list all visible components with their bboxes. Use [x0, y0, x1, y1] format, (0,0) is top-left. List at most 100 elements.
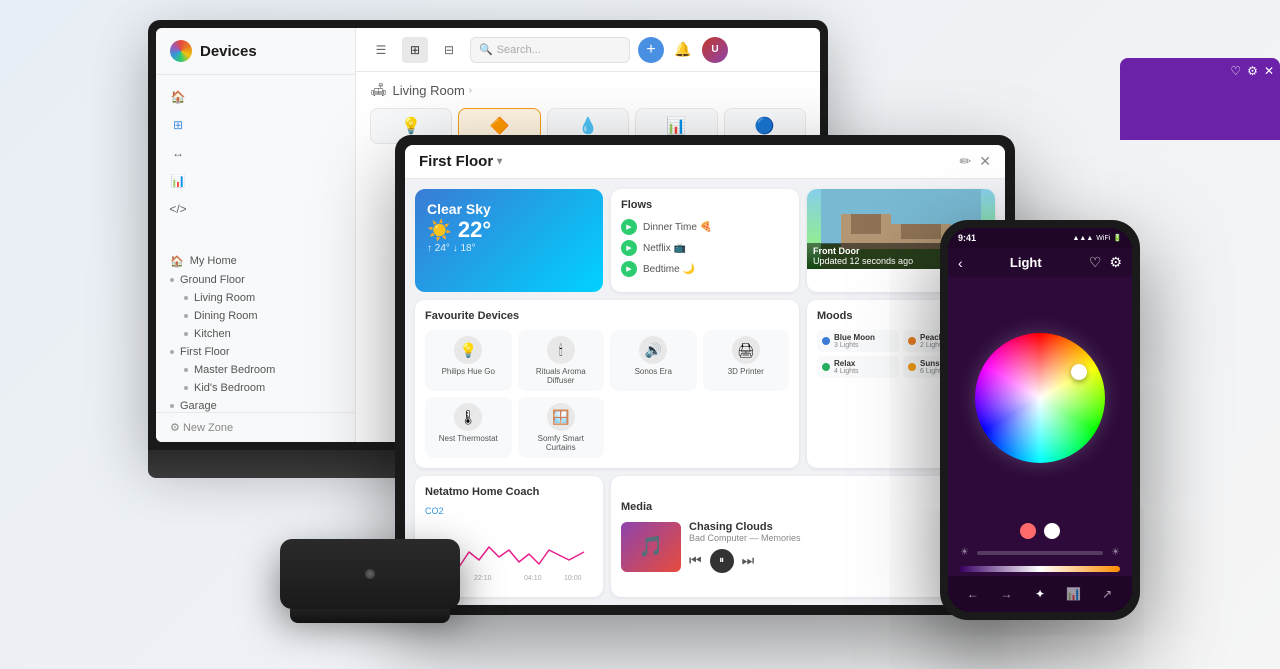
room-header: 🛋 Living Room ›	[370, 82, 806, 98]
nav-color-icon[interactable]: ✦	[1028, 582, 1052, 606]
fav-device-3dprinter[interactable]: 🖨 3D Printer	[703, 330, 790, 391]
sidebar-item-insights[interactable]: 📊	[156, 167, 355, 195]
room-arrow: ›	[469, 85, 472, 96]
sidebar-dining-room[interactable]: Dining Room	[156, 307, 355, 325]
fav-device-philips[interactable]: 💡 Philips Hue Go	[425, 330, 512, 391]
svg-text:10:00: 10:00	[564, 575, 582, 582]
flow-item-3[interactable]: ▶ Bedtime 🌙	[621, 261, 789, 277]
fav-device-nest[interactable]: 🌡 Nest Thermostat	[425, 397, 512, 458]
flow-name-3: Bedtime 🌙	[643, 264, 695, 275]
nav-chart-icon[interactable]: 📊	[1062, 582, 1086, 606]
printer-name: 3D Printer	[728, 367, 764, 376]
new-zone-item[interactable]: ⚙ New Zone	[170, 421, 341, 434]
nav-forward-icon[interactable]: →	[994, 582, 1018, 606]
layout-view-button[interactable]: ⊟	[436, 37, 462, 63]
tablet: First Floor ▾ ✏ ✕ Clear Sky ☀️	[395, 135, 1015, 615]
sidebar-kitchen[interactable]: Kitchen	[156, 325, 355, 343]
favourite-devices-card: Favourite Devices 💡 Philips Hue Go 🕯 Rit…	[415, 300, 799, 468]
philips-icon: 💡	[454, 336, 482, 364]
fav-device-somfy[interactable]: 🪟 Somfy Smart Curtains	[518, 397, 605, 458]
settings-icon[interactable]: ⚙	[1109, 254, 1122, 271]
tablet-header: First Floor ▾ ✏ ✕	[405, 145, 1005, 179]
phone-header: ‹ Light ♡ ⚙	[948, 248, 1132, 277]
tablet-floor-label: First Floor	[419, 153, 493, 170]
notifications-button[interactable]: 🔔	[672, 39, 694, 61]
nav-back-icon[interactable]: ←	[961, 582, 985, 606]
weather-card: Clear Sky ☀️ 22° ↑ 24° ↓ 18°	[415, 189, 603, 292]
mood-blue-moon[interactable]: Blue Moon 3 Lights	[817, 330, 899, 352]
netatmo-title: Netatmo Home Coach	[425, 486, 593, 498]
brightness-low-icon: ☀	[960, 547, 969, 558]
previous-button[interactable]: ⏮	[689, 552, 702, 569]
add-device-button[interactable]: +	[638, 37, 664, 63]
sidebar-bottom: ⚙ New Zone	[156, 412, 355, 442]
fav-devices-grid: 💡 Philips Hue Go 🕯 Rituals Aroma Diffuse…	[425, 330, 789, 458]
sidebar-ground-floor[interactable]: Ground Floor	[156, 271, 355, 289]
color-preset-white[interactable]	[1044, 523, 1060, 539]
mood-color-dot	[908, 337, 916, 345]
close-icon[interactable]: ✕	[1264, 64, 1274, 78]
brightness-slider[interactable]	[977, 551, 1103, 555]
sidebar-garage[interactable]: Garage	[156, 397, 355, 413]
search-icon: 🔍	[479, 43, 493, 56]
rituals-icon: 🕯	[547, 336, 575, 364]
color-preset-red[interactable]	[1020, 523, 1036, 539]
wifi-icon: WiFi	[1096, 235, 1110, 242]
netatmo-subtitle: CO2	[425, 506, 593, 516]
heart-icon[interactable]: ♡	[1089, 254, 1102, 271]
printer-icon: 🖨	[732, 336, 760, 364]
philips-name: Philips Hue Go	[442, 367, 495, 376]
color-wheel[interactable]	[975, 333, 1105, 463]
room-name: Living Room	[393, 83, 465, 98]
sidebar-kids-bedroom[interactable]: Kid's Bedroom	[156, 379, 355, 397]
sidebar-logo	[170, 40, 192, 62]
heart-icon: ♡	[1230, 64, 1241, 78]
homey-box	[280, 539, 460, 639]
phone-bottom-nav: ← → ✦ 📊 ↗	[948, 576, 1132, 612]
insights-icon: 📊	[170, 173, 186, 189]
fav-device-rituals[interactable]: 🕯 Rituals Aroma Diffuser	[518, 330, 605, 391]
sidebar-header: Devices	[156, 28, 355, 75]
close-icon[interactable]: ✕	[979, 153, 991, 170]
somfy-name: Somfy Smart Curtains	[524, 434, 599, 452]
first-floor-label: First Floor	[180, 346, 230, 358]
sidebar-item-developer[interactable]: </>	[156, 195, 355, 223]
homey-box-base	[290, 609, 450, 623]
sidebar-first-floor[interactable]: First Floor	[156, 343, 355, 361]
svg-text:04:10: 04:10	[524, 575, 542, 582]
sidebar-my-home[interactable]: 🏠 My Home	[156, 252, 355, 271]
thermostat-icon: 🌡	[454, 403, 482, 431]
flow-item-1[interactable]: ▶ Dinner Time 🍕	[621, 219, 789, 235]
developer-icon: </>	[170, 201, 186, 217]
sidebar-living-room[interactable]: Living Room	[156, 289, 355, 307]
color-temp-slider[interactable]	[960, 566, 1120, 572]
edit-icon[interactable]: ✏	[960, 153, 972, 170]
sidebar-item-home[interactable]: 🏠	[156, 83, 355, 111]
phone: 9:41 ▲▲▲ WiFi 🔋 ‹ Light ♡ ⚙	[940, 220, 1140, 620]
mood-color-dot	[822, 363, 830, 371]
grid-view-button[interactable]: ⊞	[402, 37, 428, 63]
kids-bedroom-label: Kid's Bedroom	[194, 382, 265, 394]
mood-relax[interactable]: Relax 4 Lights	[817, 356, 899, 378]
fav-device-sonos[interactable]: 🔊 Sonos Era	[610, 330, 697, 391]
play-pause-button[interactable]: ⏸	[710, 549, 734, 573]
sidebar-master-bedroom[interactable]: Master Bedroom	[156, 361, 355, 379]
nav-share-icon[interactable]: ↗	[1095, 582, 1119, 606]
next-button[interactable]: ⏭	[742, 552, 755, 569]
search-input[interactable]: 🔍 Search...	[470, 37, 630, 63]
color-wheel-container[interactable]	[948, 277, 1132, 519]
flow-play-icon: ▶	[621, 219, 637, 235]
user-avatar[interactable]: U	[702, 37, 728, 63]
flows-card: Flows ▶ Dinner Time 🍕 ▶ Netflix 📺 ▶ Bedt…	[611, 189, 799, 292]
phone-color-dots	[948, 519, 1132, 543]
signal-icon: ▲▲▲	[1072, 235, 1093, 242]
scene: ♡ ⚙ ✕ Devices 🏠 ⊞	[0, 0, 1280, 669]
living-room-label: Living Room	[194, 292, 255, 304]
media-title: Media	[621, 501, 985, 513]
tablet-header-actions: ✏ ✕	[960, 153, 991, 170]
curtains-icon: 🪟	[547, 403, 575, 431]
sidebar-item-flows[interactable]: ↔	[156, 139, 355, 167]
flow-item-2[interactable]: ▶ Netflix 📺	[621, 240, 789, 256]
list-view-button[interactable]: ☰	[368, 37, 394, 63]
sidebar-item-devices[interactable]: ⊞	[156, 111, 355, 139]
